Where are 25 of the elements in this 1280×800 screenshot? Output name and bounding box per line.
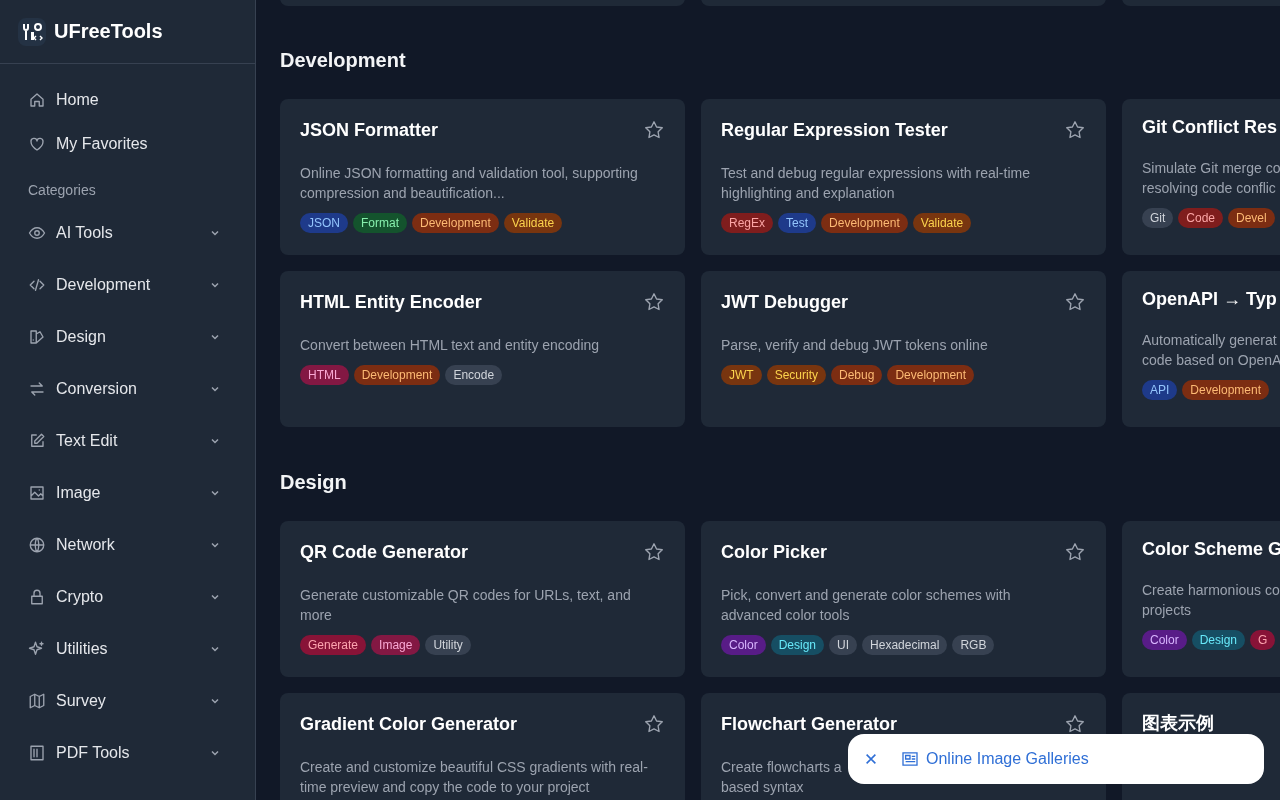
app-logo-title: UFreeTools xyxy=(54,20,163,43)
tool-title: 图表示例 xyxy=(1142,712,1214,735)
tool-title: Git Conflict Res xyxy=(1142,117,1277,138)
tool-title: OpenAPI → Typ xyxy=(1142,289,1277,310)
section-heading: Development xyxy=(280,48,407,73)
tool-description: Pick, convert and generate color schemes with advanced color tools xyxy=(721,586,1011,625)
tool-title: HTML Entity Encoder xyxy=(300,291,482,313)
tool-description: Simulate Git merge co resolving code conflic xyxy=(1142,159,1280,198)
tool-title: Color Picker xyxy=(721,541,828,563)
tool-description: Create harmonious co projects xyxy=(1142,581,1280,620)
section-heading: Design xyxy=(280,470,348,495)
tool-description: Convert between HTML text and entity encoding xyxy=(300,336,600,355)
tool-title: Flowchart Generator xyxy=(721,713,898,735)
categories-heading: Categories xyxy=(27,181,97,200)
tool-title: QR Code Generator xyxy=(300,541,469,563)
tool-title: JSON Formatter xyxy=(300,119,439,141)
tool-description: Parse, verify and debug JWT tokens online xyxy=(721,336,988,355)
tool-title: Regular Expression Tester xyxy=(721,119,948,141)
tool-description: Create flowcharts a based syntax xyxy=(721,758,842,797)
tool-title: Gradient Color Generator xyxy=(300,713,518,735)
tool-description: Test and debug regular expressions with real-time highlighting and explanation xyxy=(721,164,1030,203)
tool-title: JWT Debugger xyxy=(721,291,848,313)
tool-description: Generate customizable QR codes for URLs, text, and more xyxy=(300,586,631,625)
tool-description: Create and customize beautiful CSS gradients with real- time preview and copy the code to your project xyxy=(300,758,648,797)
tool-description: Online JSON formatting and validation tool, supporting compression and beautification... xyxy=(300,164,638,203)
